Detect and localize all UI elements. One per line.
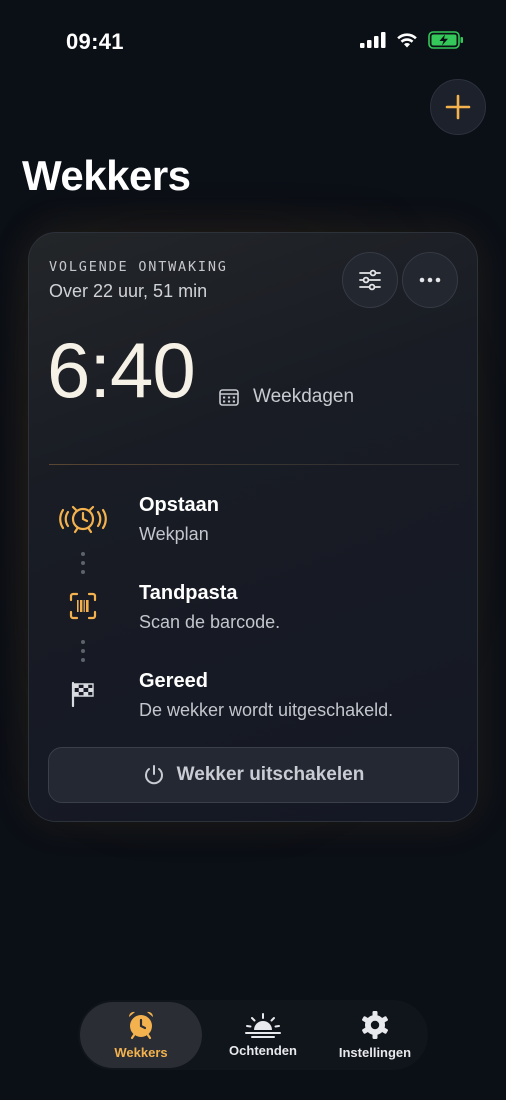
step-wake-up[interactable]: Opstaan Wekplan xyxy=(29,494,479,564)
next-wake-label: VOLGENDE ONTWAKING xyxy=(49,259,228,275)
alarm-time[interactable]: 6:40 xyxy=(47,331,196,409)
wifi-icon xyxy=(397,33,417,48)
alarm-ringing-icon xyxy=(57,500,109,536)
sunrise-icon xyxy=(245,1013,281,1038)
repeat-schedule[interactable]: Weekdagen xyxy=(219,386,354,408)
step-done[interactable]: Gereed De wekker wordt uitgeschakeld. xyxy=(29,670,479,740)
step-title: Gereed xyxy=(139,670,208,692)
step-connector xyxy=(81,640,85,667)
status-time: 09:41 xyxy=(66,29,124,54)
more-options-button[interactable] xyxy=(402,252,458,308)
step-toothpaste[interactable]: Tandpasta Scan de barcode. xyxy=(29,582,479,652)
add-alarm-button[interactable] xyxy=(430,79,486,135)
tab-label: Wekkers xyxy=(114,1045,168,1060)
battery-charging-icon xyxy=(428,31,463,49)
barcode-scan-icon xyxy=(57,588,109,624)
status-icons xyxy=(360,31,464,49)
page-title: Wekkers xyxy=(22,152,191,199)
ellipsis-icon xyxy=(419,277,441,283)
calendar-icon xyxy=(219,389,239,406)
alarm-card[interactable]: VOLGENDE ONTWAKING Over 22 uur, 51 min 6… xyxy=(28,232,478,822)
divider xyxy=(49,464,459,465)
power-icon xyxy=(144,765,163,785)
alarm-settings-button[interactable] xyxy=(342,252,398,308)
disable-alarm-label: Wekker uitschakelen xyxy=(176,764,365,785)
step-subtitle: Scan de barcode. xyxy=(139,612,281,632)
step-subtitle: Wekplan xyxy=(139,524,209,544)
alarm-clock-icon xyxy=(128,1011,154,1040)
step-subtitle: De wekker wordt uitgeschakeld. xyxy=(139,700,394,720)
tab-mornings[interactable]: Ochtenden xyxy=(208,1000,318,1070)
tab-alarms[interactable]: Wekkers xyxy=(80,1002,202,1068)
repeat-label: Weekdagen xyxy=(253,386,355,407)
checkered-flag-icon xyxy=(57,676,109,712)
tab-bar: Wekkers Ochtenden Instellingen xyxy=(78,1000,428,1070)
disable-alarm-button[interactable]: Wekker uitschakelen xyxy=(48,747,459,803)
sliders-icon xyxy=(359,269,381,291)
cellular-signal-icon xyxy=(360,32,386,48)
step-title: Opstaan xyxy=(139,494,220,516)
tab-settings[interactable]: Instellingen xyxy=(323,1000,427,1070)
plus-icon xyxy=(445,94,471,120)
gear-icon xyxy=(362,1011,388,1039)
tab-label: Instellingen xyxy=(338,1045,412,1060)
step-title: Tandpasta xyxy=(139,582,238,604)
next-wake-countdown: Over 22 uur, 51 min xyxy=(49,281,208,301)
status-bar: 09:41 xyxy=(0,0,506,80)
step-connector xyxy=(81,552,85,579)
tab-label: Ochtenden xyxy=(229,1043,297,1058)
